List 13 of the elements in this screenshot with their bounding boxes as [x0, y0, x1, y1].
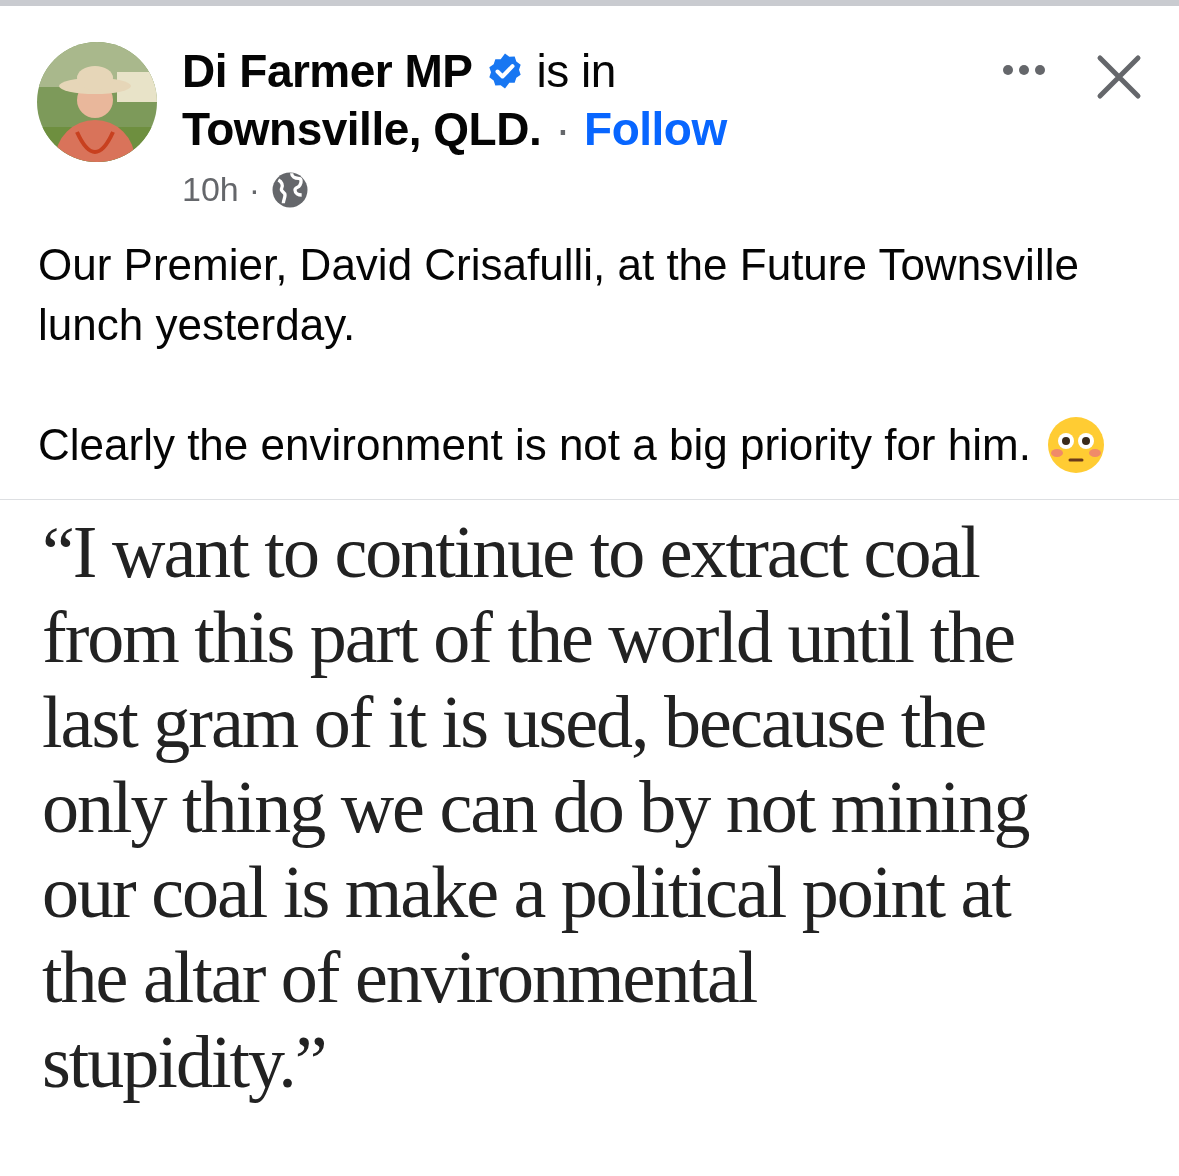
- more-options-icon[interactable]: [1000, 62, 1048, 78]
- location-name[interactable]: Townsville, QLD.: [182, 100, 542, 158]
- author-name[interactable]: Di Farmer MP: [182, 42, 473, 100]
- follow-link[interactable]: Follow: [584, 100, 727, 158]
- post-text: Our Premier, David Crisafulli, at the Future Townsville lunch yesterday.: [38, 240, 1079, 349]
- location-prefix: is in: [536, 44, 616, 99]
- flushed-face-icon: [1046, 416, 1105, 474]
- post-time: 10h: [182, 169, 239, 210]
- separator-dot: ·: [555, 102, 571, 157]
- separator-dot: ·: [248, 169, 261, 210]
- post-text: Clearly the environment is not a big priority for him.: [38, 419, 1031, 471]
- quote-text: “I want to continue to extract coal from this part of the world until the last gram of it is used, because the only thing we can do by not mining our coal is make a political point at the altar of environmental stupidity.”: [42, 510, 1030, 1105]
- close-icon[interactable]: [1096, 54, 1142, 100]
